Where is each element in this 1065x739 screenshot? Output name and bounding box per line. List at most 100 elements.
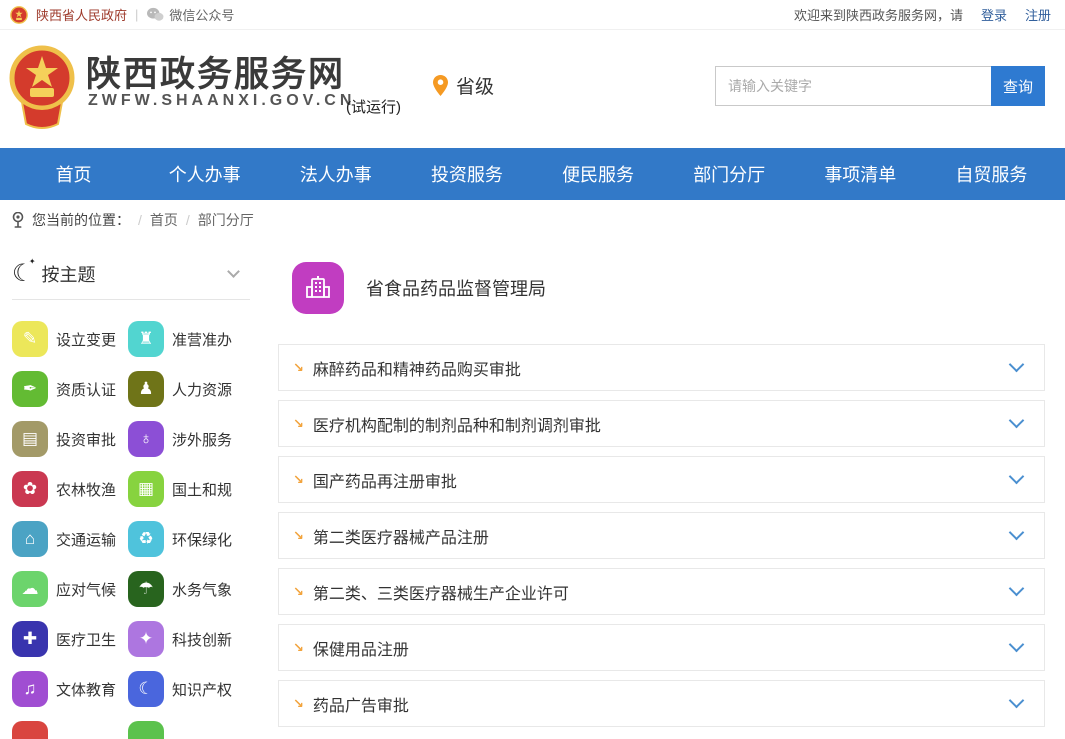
- breadcrumb: 您当前的位置： / 首页 / 部门分厅: [0, 200, 1065, 240]
- faucet-icon: ♻: [128, 521, 164, 557]
- chevron-down-icon[interactable]: [1009, 357, 1025, 373]
- sidebar-category-environment[interactable]: ♻ 环保绿化: [128, 521, 244, 557]
- accordion-item[interactable]: ↘ 保健用品注册: [278, 624, 1045, 671]
- chevron-down-icon[interactable]: [1009, 413, 1025, 429]
- document-icon: ▤: [12, 421, 48, 457]
- sidebar-category-intellectual-property[interactable]: ☾ 知识产权: [128, 671, 244, 707]
- gov-portal-link[interactable]: 陕西省人民政府: [36, 5, 127, 24]
- wechat-link[interactable]: 微信公众号: [146, 5, 234, 24]
- nav-item-convenience[interactable]: 便民服务: [533, 148, 664, 200]
- site-title: 陕西政务服务网: [86, 46, 345, 97]
- site-domain: ZWFW.SHAANXI.GOV.CN: [88, 92, 355, 110]
- chevron-down-icon[interactable]: [1009, 693, 1025, 709]
- top-utility-bar: 陕西省人民政府 | 微信公众号 欢迎来到陕西政务服务网，请 登录 注册: [0, 0, 1065, 30]
- sidebar-title: 按主题: [42, 261, 229, 287]
- arrow-icon: ↘: [293, 528, 304, 544]
- accordion-item[interactable]: ↘ 第二类、三类医疗器械生产企业许可: [278, 568, 1045, 615]
- partial-green-icon: [128, 721, 164, 739]
- accordion-item[interactable]: ↘ 药品广告审批: [278, 680, 1045, 727]
- sidebar-category-land-planning[interactable]: ▦ 国土和规: [128, 471, 244, 507]
- sidebar-header[interactable]: ☾ 按主题: [12, 248, 250, 300]
- nav-item-legal-person[interactable]: 法人办事: [270, 148, 401, 200]
- arrow-icon: ↘: [293, 472, 304, 488]
- arrow-icon: ↘: [293, 640, 304, 656]
- register-link[interactable]: 注册: [1025, 5, 1051, 24]
- arrow-icon: ↘: [293, 360, 304, 376]
- national-emblem-icon: [10, 6, 28, 24]
- chevron-down-icon[interactable]: [1009, 581, 1025, 597]
- trial-run-label: (试运行): [346, 96, 401, 117]
- globe-icon: ♁: [128, 421, 164, 457]
- nav-item-departments[interactable]: 部门分厅: [664, 148, 795, 200]
- nav-item-free-trade[interactable]: 自贸服务: [926, 148, 1057, 200]
- farm-icon: ✿: [12, 471, 48, 507]
- sidebar-category-investment-approval[interactable]: ▤ 投资审批: [12, 421, 128, 457]
- nav-item-item-list[interactable]: 事项清单: [795, 148, 926, 200]
- sidebar-category-partial[interactable]: [12, 721, 128, 739]
- breadcrumb-slash: /: [138, 212, 142, 228]
- sidebar-category-human-resources[interactable]: ♟ 人力资源: [128, 371, 244, 407]
- spark-icon: ✦: [128, 621, 164, 657]
- nib-icon: ✒: [12, 371, 48, 407]
- department-name: 省食品药品监督管理局: [366, 275, 546, 301]
- search-button[interactable]: 查询: [991, 66, 1045, 106]
- department-header: 省食品药品监督管理局: [292, 262, 1045, 314]
- accordion-item[interactable]: ↘ 麻醉药品和精神药品购买审批: [278, 344, 1045, 391]
- sidebar-category-climate[interactable]: ☁ 应对气候: [12, 571, 128, 607]
- chevron-down-icon[interactable]: [1009, 637, 1025, 653]
- breadcrumb-home-link[interactable]: 首页: [150, 210, 178, 230]
- sidebar-category-qualification[interactable]: ✒ 资质认证: [12, 371, 128, 407]
- search-box: 查询: [715, 66, 1045, 106]
- nav-item-investment[interactable]: 投资服务: [401, 148, 532, 200]
- accordion-item[interactable]: ↘ 第二类医疗器械产品注册: [278, 512, 1045, 559]
- nav-item-personal[interactable]: 个人办事: [139, 148, 270, 200]
- breadcrumb-slash: /: [186, 212, 190, 228]
- site-header: 陕西政务服务网 ZWFW.SHAANXI.GOV.CN (试运行) 省级 查询: [0, 30, 1065, 148]
- accordion-item[interactable]: ↘ 国产药品再注册审批: [278, 456, 1045, 503]
- arrow-icon: ↘: [293, 696, 304, 712]
- sidebar-category-foreign-services[interactable]: ♁ 涉外服务: [128, 421, 244, 457]
- partial-red-icon: [12, 721, 48, 739]
- sidebar-category-agriculture[interactable]: ✿ 农林牧渔: [12, 471, 128, 507]
- theme-sidebar: ☾ 按主题 ✎ 设立变更 ♜ 准营准办 ✒ 资质认证 ♟ 人力资源 ▤: [0, 240, 250, 739]
- department-panel: 省食品药品监督管理局 ↘ 麻醉药品和精神药品购买审批 ↘ 医疗机构配制的制剂品种…: [250, 240, 1065, 739]
- welcome-text: 欢迎来到陕西政务服务网，请: [794, 5, 963, 24]
- moon-icon: ☾: [128, 671, 164, 707]
- sidebar-category-water-weather[interactable]: ☂ 水务气象: [128, 571, 244, 607]
- chevron-down-icon[interactable]: [1009, 525, 1025, 541]
- sidebar-category-partial[interactable]: [128, 721, 244, 739]
- sidebar-category-transport[interactable]: ⌂ 交通运输: [12, 521, 128, 557]
- chevron-down-icon[interactable]: [227, 265, 240, 278]
- breadcrumb-pin-icon: [12, 212, 24, 228]
- sidebar-category-operation-permit[interactable]: ♜ 准营准办: [128, 321, 244, 357]
- topbar-separator: |: [135, 7, 138, 22]
- sidebar-category-healthcare[interactable]: ✚ 医疗卫生: [12, 621, 128, 657]
- cloud-icon: ☁: [12, 571, 48, 607]
- sidebar-category-tech-innovation[interactable]: ✦ 科技创新: [128, 621, 244, 657]
- arrow-icon: ↘: [293, 416, 304, 432]
- sidebar-category-culture-education[interactable]: ♫ 文体教育: [12, 671, 128, 707]
- moon-icon: ☾: [12, 262, 34, 286]
- accordion-item[interactable]: ↘ 医疗机构配制的制剂品种和制剂调剂审批: [278, 400, 1045, 447]
- region-selector[interactable]: 省级: [433, 72, 494, 99]
- arrow-icon: ↘: [293, 584, 304, 600]
- land-grid-icon: ▦: [128, 471, 164, 507]
- category-grid: ✎ 设立变更 ♜ 准营准办 ✒ 资质认证 ♟ 人力资源 ▤ 投资审批 ♁ 涉外服…: [12, 314, 250, 739]
- national-emblem-logo: [8, 40, 76, 137]
- wechat-label: 微信公众号: [169, 5, 234, 24]
- umbrella-icon: ☂: [128, 571, 164, 607]
- music-note-icon: ♫: [12, 671, 48, 707]
- region-label: 省级: [456, 72, 494, 99]
- main-nav: 首页 个人办事 法人办事 投资服务 便民服务 部门分厅 事项清单 自贸服务: [0, 148, 1065, 200]
- person-icon: ♟: [128, 371, 164, 407]
- login-link[interactable]: 登录: [981, 5, 1007, 24]
- search-input[interactable]: [715, 66, 991, 106]
- location-pin-icon: [433, 75, 448, 96]
- sidebar-category-setup-change[interactable]: ✎ 设立变更: [12, 321, 128, 357]
- building-icon: [292, 262, 344, 314]
- medical-cross-icon: ✚: [12, 621, 48, 657]
- chevron-down-icon[interactable]: [1009, 469, 1025, 485]
- breadcrumb-prefix: 您当前的位置：: [32, 210, 130, 230]
- breadcrumb-current: 部门分厅: [198, 210, 254, 230]
- nav-item-home[interactable]: 首页: [8, 148, 139, 200]
